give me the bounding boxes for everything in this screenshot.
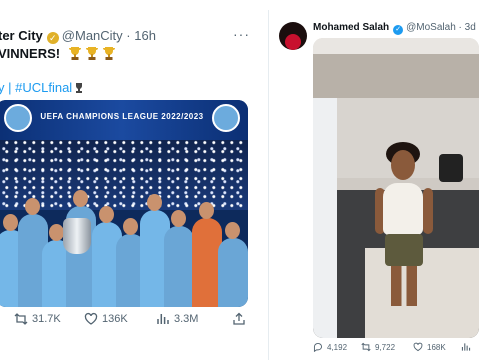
views-count: 3.3M [174, 313, 199, 325]
legs [391, 266, 417, 306]
separator: · [458, 22, 462, 33]
views-icon [461, 343, 471, 351]
trophy-icon [102, 47, 115, 60]
views-button[interactable] [461, 342, 471, 352]
hashtag-text[interactable]: y | #UCLfinal [0, 80, 72, 95]
author-handle[interactable]: @MoSalah [406, 22, 456, 33]
author-name[interactable]: ter City [0, 28, 43, 43]
tweet-photo[interactable]: UEFA CHAMPIONS LEAGUE 2022/2023 [0, 100, 248, 307]
retweet-icon [361, 342, 371, 352]
trophy-cup [63, 218, 91, 254]
views-button[interactable]: 3.3M [156, 312, 198, 326]
left-tweet: ter City ✓ @ManCity · 16h ··· VINNERS! y |… [0, 0, 262, 360]
coffee-machine [439, 154, 463, 182]
more-icon[interactable]: ··· [233, 26, 250, 42]
upper-cabinets [313, 54, 479, 98]
tank-top [383, 183, 423, 235]
author-handle[interactable]: @ManCity [62, 28, 123, 43]
trophy-icon [85, 47, 98, 60]
tweet-header: ter City ✓ @ManCity · 16h [0, 28, 156, 44]
hashtag-line[interactable]: y | #UCLfinal [0, 80, 84, 95]
arm [423, 188, 433, 234]
like-button[interactable]: 168K [413, 342, 446, 352]
tweet-header: Mohamed Salah ✓ @MoSalah · 3d [313, 22, 476, 35]
reply-count: 4,192 [327, 342, 348, 352]
views-icon [157, 314, 169, 324]
like-count: 136K [102, 313, 128, 325]
trophy-emojis [68, 46, 116, 61]
share-button[interactable] [232, 312, 246, 326]
tweet-text-content: VINNERS! [0, 46, 61, 61]
timestamp[interactable]: 16h [134, 28, 156, 43]
player [218, 222, 248, 307]
cup-icon [76, 83, 83, 93]
tweet-actions: 31.7K 136K 3.3M [0, 312, 262, 332]
tweet-text: VINNERS! [0, 46, 116, 61]
player [164, 210, 194, 307]
players-group [0, 170, 248, 307]
trophy-icon [68, 47, 81, 60]
tweet-actions: 4,192 9,722 168K [313, 342, 480, 356]
avatar[interactable] [279, 22, 307, 50]
photo-banner: UEFA CHAMPIONS LEAGUE 2022/2023 [0, 100, 248, 140]
like-icon [84, 312, 98, 325]
timestamp[interactable]: 3d [465, 22, 476, 33]
head [391, 150, 415, 180]
shorts [385, 234, 423, 266]
author-name[interactable]: Mohamed Salah [313, 22, 389, 33]
like-count: 168K [427, 342, 446, 352]
reply-icon [313, 342, 323, 352]
banner-title: UEFA CHAMPIONS LEAGUE 2022/2023 [40, 112, 204, 121]
retweet-icon [14, 313, 28, 325]
retweet-count: 9,722 [375, 342, 396, 352]
verified-badge-icon: ✓ [46, 32, 59, 44]
reply-button[interactable]: 4,192 [313, 342, 347, 352]
retweet-button[interactable]: 31.7K [14, 312, 61, 326]
like-button[interactable]: 136K [84, 312, 128, 326]
retweet-button[interactable]: 9,722 [361, 342, 395, 352]
right-tweet: Mohamed Salah ✓ @MoSalah · 3d 4,192 9,722 … [268, 10, 480, 360]
verified-badge-icon: ✓ [393, 25, 404, 35]
like-icon [413, 342, 423, 352]
separator: · [126, 28, 131, 43]
tweet-photo[interactable] [313, 38, 479, 338]
retweet-count: 31.7K [32, 313, 61, 325]
fridge [313, 98, 337, 338]
share-icon [233, 312, 245, 325]
